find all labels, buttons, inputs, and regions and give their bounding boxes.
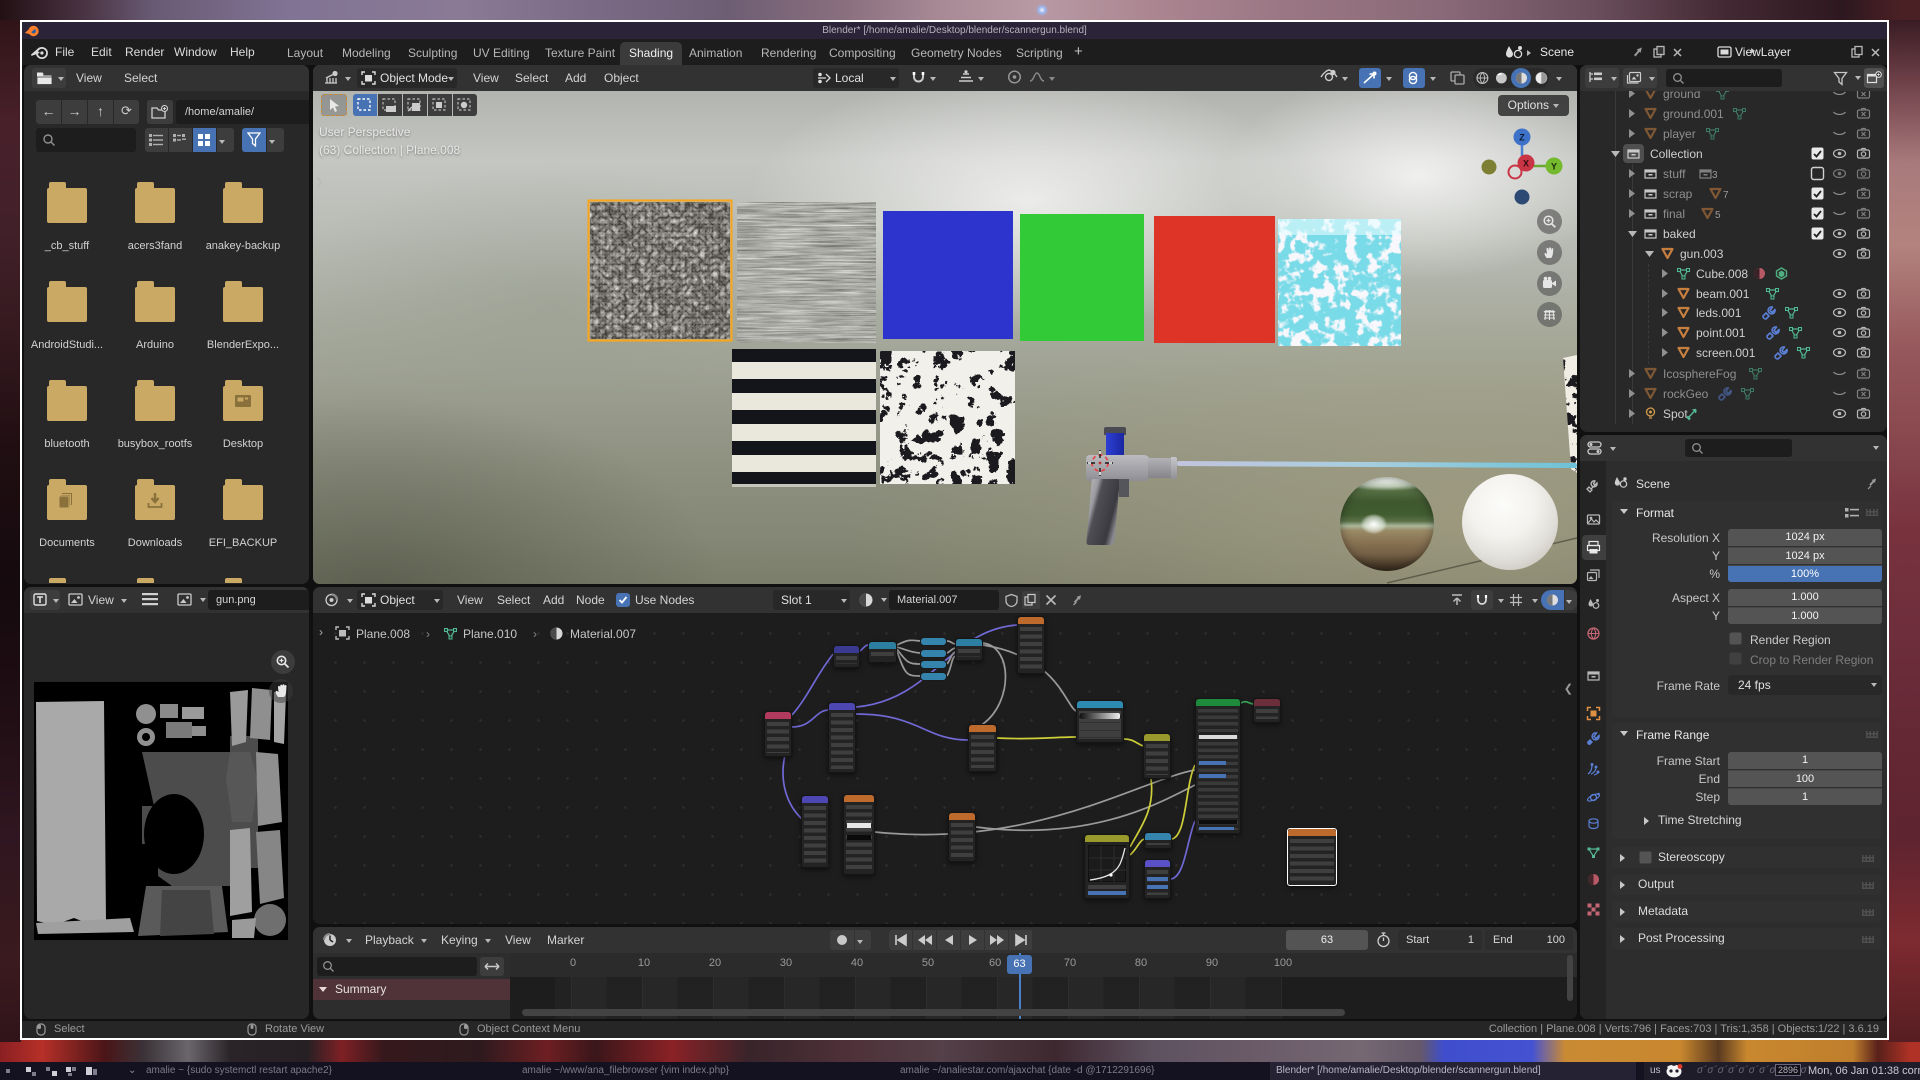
- svg-text:Z: Z: [1519, 133, 1525, 143]
- svg-text:Y: Y: [1551, 162, 1557, 172]
- svg-text:X: X: [1523, 159, 1529, 169]
